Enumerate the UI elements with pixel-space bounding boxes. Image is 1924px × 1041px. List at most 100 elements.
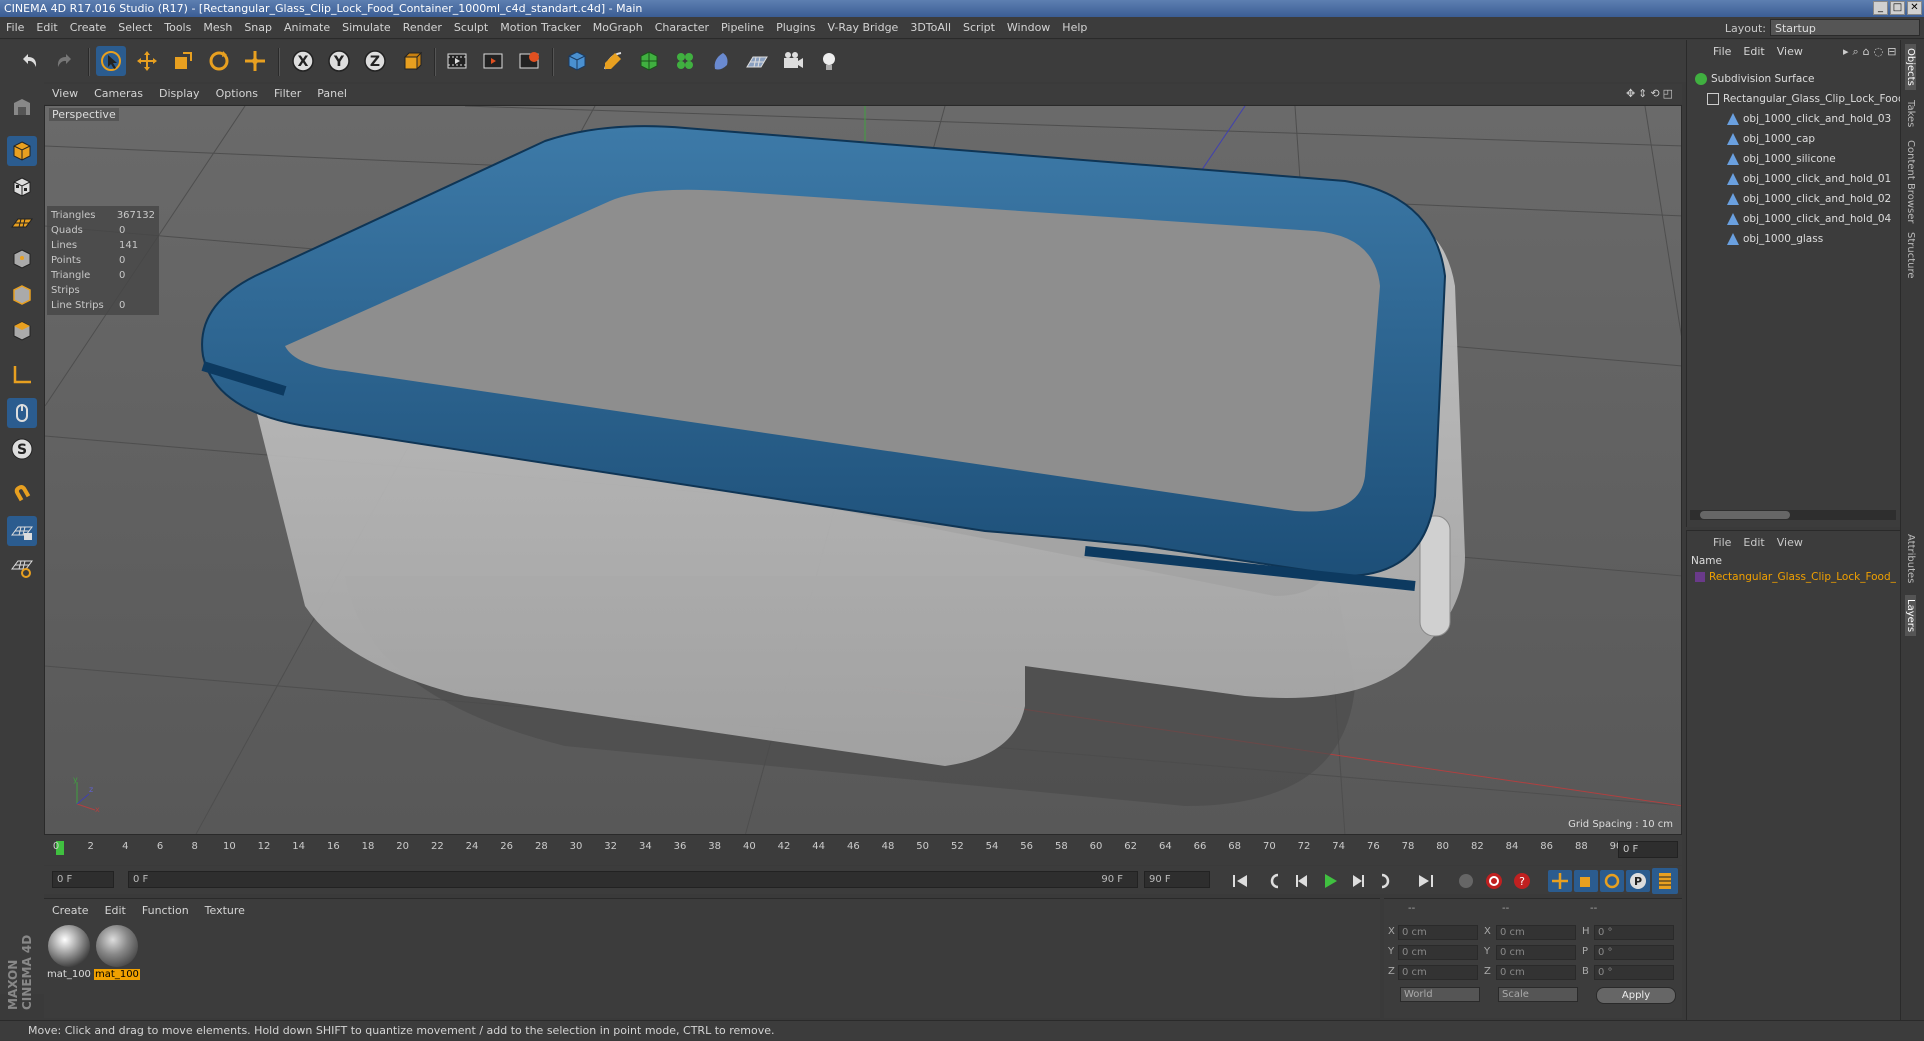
menu-mograph[interactable]: MoGraph (587, 17, 649, 39)
object-menu-view[interactable]: View (1771, 42, 1809, 62)
viewport-menu-view[interactable]: View (44, 84, 86, 104)
key-parameter-icon[interactable]: P (1626, 870, 1650, 892)
tab-objects[interactable]: Objects (1905, 44, 1916, 90)
size-x-field[interactable]: 0 cm (1496, 925, 1576, 940)
timeline-editor-icon[interactable] (1652, 868, 1678, 894)
apply-button[interactable]: Apply (1596, 987, 1676, 1004)
key-scale-icon[interactable] (1574, 870, 1598, 892)
play-icon[interactable] (1318, 870, 1342, 892)
rotation-b-field[interactable]: 0 ° (1594, 965, 1674, 980)
next-key-icon[interactable] (1374, 870, 1398, 892)
minimize-button[interactable]: _ (1873, 1, 1888, 15)
tab-takes[interactable]: Takes (1905, 96, 1916, 131)
viewport-nav-icons[interactable]: ✥⇕⟲◰ (1626, 84, 1676, 104)
position-x-field[interactable]: 0 cm (1398, 925, 1478, 940)
tweak-mode-icon[interactable] (7, 398, 37, 428)
material-menu-create[interactable]: Create (44, 901, 97, 921)
coordinate-system-icon[interactable] (396, 46, 426, 76)
key-position-icon[interactable] (1548, 870, 1572, 892)
size-mode-dropdown[interactable]: Scale (1498, 987, 1578, 1002)
move-icon[interactable] (132, 46, 162, 76)
record-keys-icon[interactable] (1454, 870, 1478, 892)
object-tree-item[interactable]: obj_1000_click_and_hold_01 (1727, 170, 1891, 188)
viewport-menu-display[interactable]: Display (151, 84, 208, 104)
viewport-menu-filter[interactable]: Filter (266, 84, 309, 104)
scale-icon[interactable] (168, 46, 198, 76)
menu-edit[interactable]: Edit (30, 17, 63, 39)
subdivision-surface-icon[interactable] (634, 46, 664, 76)
menu-help[interactable]: Help (1056, 17, 1093, 39)
menu-simulate[interactable]: Simulate (336, 17, 397, 39)
object-tree-item[interactable]: obj_1000_silicone (1727, 150, 1836, 168)
viewport-menu-options[interactable]: Options (208, 84, 266, 104)
current-frame-field[interactable]: 0 F (1618, 841, 1678, 858)
polygons-mode-icon[interactable] (7, 316, 37, 346)
snap-magnet-icon[interactable] (7, 478, 37, 508)
object-tree-item[interactable]: obj_1000_click_and_hold_03 (1727, 110, 1891, 128)
floor-icon[interactable] (742, 46, 772, 76)
material-menu-function[interactable]: Function (134, 901, 197, 921)
z-axis-lock[interactable]: Z (360, 46, 390, 76)
enable-axis-icon[interactable] (7, 360, 37, 390)
render-settings-icon[interactable] (514, 46, 544, 76)
object-tree-item[interactable]: obj_1000_click_and_hold_04 (1727, 210, 1891, 228)
coord-system-dropdown[interactable]: World (1400, 987, 1480, 1002)
menu-3dtoall[interactable]: 3DToAll (904, 17, 957, 39)
previous-key-icon[interactable] (1262, 870, 1286, 892)
make-editable-icon[interactable] (7, 92, 37, 122)
material-menu-texture[interactable]: Texture (197, 901, 253, 921)
material-swatch[interactable]: mat_100 (94, 925, 140, 980)
keyframe-selection-icon[interactable]: ? (1510, 870, 1534, 892)
menu-create[interactable]: Create (64, 17, 113, 39)
auto-keying-icon[interactable] (1482, 870, 1506, 892)
menu-pipeline[interactable]: Pipeline (715, 17, 770, 39)
y-axis-lock[interactable]: Y (324, 46, 354, 76)
timeline[interactable]: 0 2 4 6 8 10 12 14 16 18 20 22 24 26 28 30 32 34 36 38 40 42 4… (44, 835, 1682, 865)
grid-snap-icon[interactable] (7, 552, 37, 582)
menu-vray-bridge[interactable]: V-Ray Bridge (821, 17, 904, 39)
menu-render[interactable]: Render (397, 17, 448, 39)
tab-content-browser[interactable]: Content Browser (1905, 136, 1916, 227)
menu-character[interactable]: Character (649, 17, 715, 39)
menu-tools[interactable]: Tools (158, 17, 197, 39)
model-mode-icon[interactable] (7, 136, 37, 166)
size-y-field[interactable]: 0 cm (1496, 945, 1576, 960)
cube-primitive-icon[interactable] (562, 46, 592, 76)
viewport-menu-cameras[interactable]: Cameras (86, 84, 151, 104)
multi-tool-icon[interactable] (240, 46, 270, 76)
key-rotation-icon[interactable] (1600, 870, 1624, 892)
render-picture-viewer-icon[interactable] (478, 46, 508, 76)
viewport-3d[interactable]: Perspective Triangles 367132 Quads 0 Lines… (44, 105, 1682, 835)
object-menu-file[interactable]: File (1707, 42, 1737, 62)
undo-icon[interactable] (14, 46, 44, 76)
redo-icon[interactable] (50, 46, 80, 76)
tab-layers[interactable]: Layers (1905, 595, 1916, 637)
menu-snap[interactable]: Snap (238, 17, 278, 39)
material-swatch[interactable]: mat_100 (46, 925, 92, 980)
pen-spline-icon[interactable] (598, 46, 628, 76)
menu-mesh[interactable]: Mesh (197, 17, 238, 39)
object-tree-item[interactable]: obj_1000_glass (1727, 230, 1823, 248)
workplane-lock-icon[interactable] (7, 516, 37, 546)
viewport-camera-label[interactable]: Perspective (49, 108, 119, 121)
workplane-icon[interactable] (7, 208, 37, 238)
texture-mode-icon[interactable] (7, 172, 37, 202)
points-mode-icon[interactable] (7, 244, 37, 274)
live-selection-icon[interactable] (96, 46, 126, 76)
camera-icon[interactable] (778, 46, 808, 76)
goto-start-icon[interactable] (1228, 870, 1252, 892)
maximize-button[interactable]: □ (1890, 1, 1905, 15)
layout-dropdown[interactable]: Startup (1770, 19, 1920, 36)
layer-menu-view[interactable]: View (1771, 536, 1809, 549)
rotation-p-field[interactable]: 0 ° (1594, 945, 1674, 960)
cloner-icon[interactable] (670, 46, 700, 76)
solo-icon[interactable]: S (7, 434, 37, 464)
position-y-field[interactable]: 0 cm (1398, 945, 1478, 960)
menu-select[interactable]: Select (112, 17, 158, 39)
object-tree-item[interactable]: obj_1000_click_and_hold_02 (1727, 190, 1891, 208)
start-frame-field[interactable]: 0 F (52, 871, 114, 888)
position-z-field[interactable]: 0 cm (1398, 965, 1478, 980)
edges-mode-icon[interactable] (7, 280, 37, 310)
menu-file[interactable]: File (0, 17, 30, 39)
layer-menu-file[interactable]: File (1707, 536, 1737, 549)
